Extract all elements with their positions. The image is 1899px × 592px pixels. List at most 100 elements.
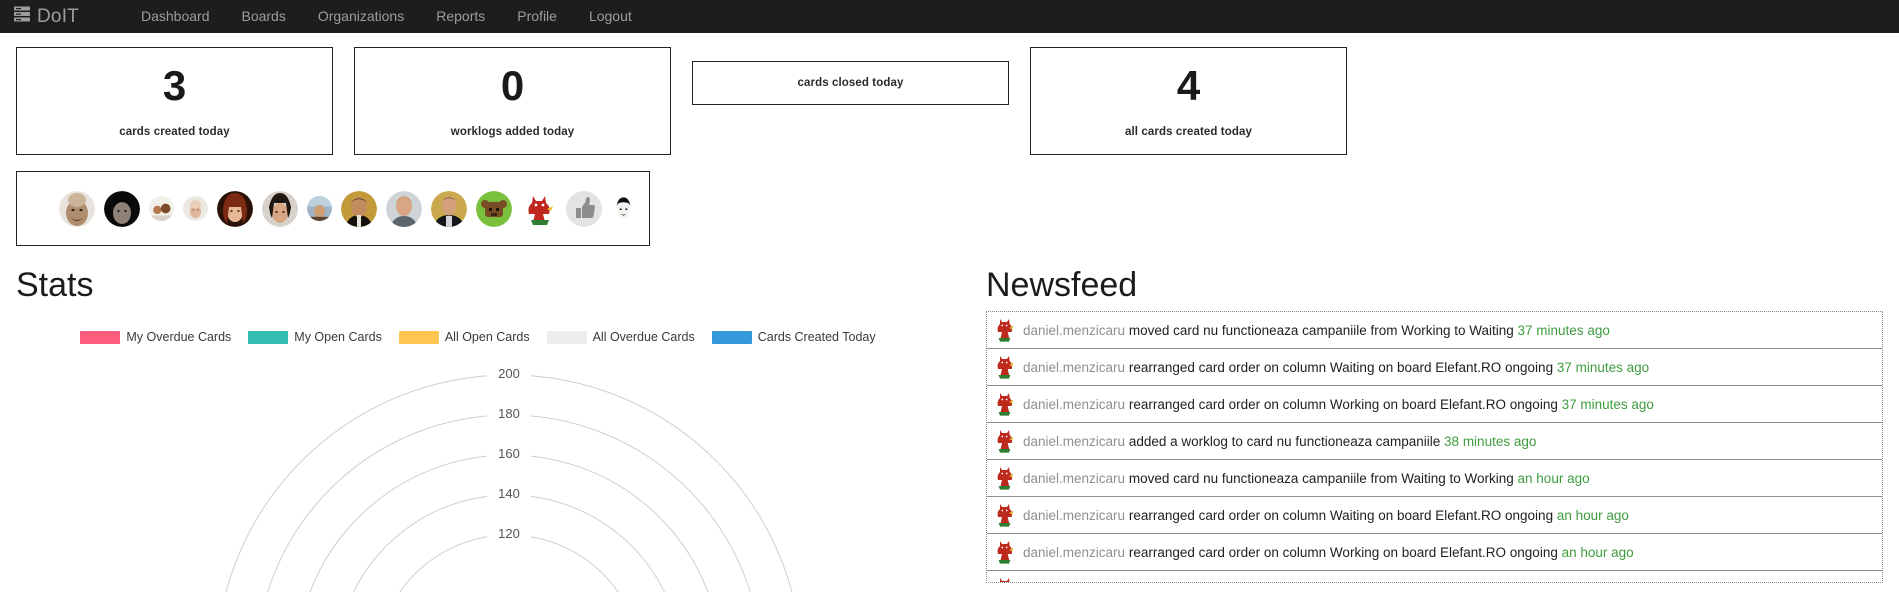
newsfeed-column: Newsfeed daniel.menzicaru moved card nu … bbox=[968, 268, 1883, 592]
nav-link-dashboard[interactable]: Dashboard bbox=[125, 0, 226, 33]
red-devil-avatar-icon bbox=[994, 317, 1015, 343]
avatar-user-14[interactable] bbox=[611, 196, 636, 221]
newsfeed-item[interactable]: daniel.menzicaru rearranged card order o… bbox=[987, 497, 1882, 534]
newsfeed-time: 37 minutes ago bbox=[1517, 322, 1610, 338]
newsfeed-item[interactable]: daniel.menzicaru moved card nu functione… bbox=[987, 312, 1882, 349]
legend-swatch bbox=[80, 330, 121, 344]
newsfeed-item[interactable]: daniel.menzicaru added a worklog to card… bbox=[987, 423, 1882, 460]
team-avatars-panel bbox=[16, 171, 650, 246]
avatar-user-5[interactable] bbox=[217, 190, 253, 227]
stats-title: Stats bbox=[16, 266, 94, 304]
newsfeed-action: moved card nu functioneaza campaniile fr… bbox=[1128, 470, 1514, 486]
newsfeed-item[interactable]: daniel.menzicaru moved card nu functione… bbox=[987, 460, 1882, 497]
newsfeed-action: added a worklog to card nu functioneaza … bbox=[1128, 433, 1441, 449]
legend-label: My Overdue Cards bbox=[126, 330, 232, 344]
newsfeed-title: Newsfeed bbox=[986, 266, 1138, 304]
newsfeed-item-text: daniel.menzicaru moved card nu functione… bbox=[1023, 471, 1590, 486]
nav-link-boards[interactable]: Boards bbox=[225, 0, 301, 33]
newsfeed-item-text: daniel.menzicaru moved card nu functione… bbox=[1023, 323, 1610, 338]
legend-swatch bbox=[711, 330, 752, 344]
stat-label: all cards created today bbox=[1125, 126, 1252, 139]
avatar-user-7[interactable] bbox=[307, 196, 332, 221]
stat-value: 4 bbox=[1176, 61, 1201, 109]
legend-item-all-overdue-cards[interactable]: All Overdue Cards bbox=[546, 330, 703, 344]
newsfeed-user: daniel.menzicaru bbox=[1023, 322, 1126, 338]
newsfeed-time: an hour ago bbox=[1517, 470, 1590, 486]
newsfeed-item-text: daniel.menzicaru rearranged card order o… bbox=[1023, 360, 1649, 375]
avatar-user-8[interactable] bbox=[341, 190, 377, 227]
red-devil-avatar-icon bbox=[994, 428, 1015, 454]
stat-label: cards closed today bbox=[797, 77, 904, 89]
tick-label-180: 180 bbox=[498, 406, 520, 421]
avatar-user-13[interactable] bbox=[566, 190, 602, 227]
newsfeed-user: daniel.menzicaru bbox=[1023, 544, 1126, 560]
stat-card-all-cards-created-today: 4 all cards created today bbox=[1030, 47, 1347, 155]
newsfeed-item-text: daniel.menzicaru rearranged card order o… bbox=[1023, 582, 1634, 583]
newsfeed-item[interactable]: daniel.menzicaru rearranged card order o… bbox=[987, 571, 1882, 583]
legend-label: All Overdue Cards bbox=[592, 330, 695, 344]
chart-legend: My Overdue Cards My Open Cards All Open … bbox=[0, 330, 968, 344]
newsfeed-action: rearranged card order on column Working … bbox=[1128, 396, 1558, 412]
avatar-user-6[interactable] bbox=[262, 190, 298, 227]
stat-card-cards-created-today: 3 cards created today bbox=[16, 47, 333, 155]
tick-label-120: 120 bbox=[498, 526, 520, 541]
stat-card-worklogs-added-today: 0 worklogs added today bbox=[354, 47, 671, 155]
legend-swatch bbox=[248, 330, 289, 344]
newsfeed-user: daniel.menzicaru bbox=[1023, 507, 1126, 523]
avatar-user-12[interactable] bbox=[521, 190, 557, 227]
main-columns: Stats My Overdue Cards My Open Cards All… bbox=[16, 268, 1883, 592]
newsfeed-time: an hour ago bbox=[1562, 582, 1634, 583]
newsfeed-item-text: daniel.menzicaru rearranged card order o… bbox=[1023, 397, 1654, 412]
nav-link-reports[interactable]: Reports bbox=[420, 0, 501, 33]
newsfeed-item-text: daniel.menzicaru rearranged card order o… bbox=[1023, 508, 1629, 523]
newsfeed-item[interactable]: daniel.menzicaru rearranged card order o… bbox=[987, 349, 1882, 386]
newsfeed-item-text: daniel.menzicaru rearranged card order o… bbox=[1023, 545, 1634, 560]
legend-swatch bbox=[398, 330, 439, 344]
polar-tick-labels: 200 180 160 140 120 bbox=[487, 364, 531, 541]
stat-label: cards created today bbox=[119, 126, 230, 139]
legend-label: All Open Cards bbox=[444, 330, 530, 344]
nav-link-profile[interactable]: Profile bbox=[501, 0, 573, 33]
avatar-user-11[interactable] bbox=[476, 190, 512, 227]
legend-label: My Open Cards bbox=[294, 330, 382, 344]
red-devil-avatar-icon bbox=[994, 539, 1015, 565]
stat-value: 0 bbox=[500, 61, 525, 109]
newsfeed-time: 37 minutes ago bbox=[1556, 359, 1650, 375]
stat-cards-row: 3 cards created today 0 worklogs added t… bbox=[16, 47, 1883, 155]
newsfeed-time: 38 minutes ago bbox=[1444, 433, 1537, 449]
newsfeed-item[interactable]: daniel.menzicaru rearranged card order o… bbox=[987, 534, 1882, 571]
nav-link-organizations[interactable]: Organizations bbox=[302, 0, 420, 33]
avatar-user-3[interactable] bbox=[149, 196, 174, 221]
legend-item-cards-created-today[interactable]: Cards Created Today bbox=[711, 330, 884, 344]
red-devil-avatar-icon bbox=[994, 576, 1015, 582]
avatar-user-10[interactable] bbox=[431, 190, 467, 227]
tick-label-140: 140 bbox=[498, 486, 520, 501]
newsfeed-action: rearranged card order on column Working … bbox=[1128, 544, 1558, 560]
newsfeed-user: daniel.menzicaru bbox=[1023, 582, 1125, 583]
nav-link-logout[interactable]: Logout bbox=[573, 0, 648, 33]
stat-card-cards-closed-today: cards closed today bbox=[692, 61, 1009, 105]
red-devil-avatar-icon bbox=[994, 465, 1015, 491]
newsfeed-item[interactable]: daniel.menzicaru rearranged card order o… bbox=[987, 386, 1882, 423]
polar-chart[interactable]: 200 180 160 140 120 bbox=[16, 358, 968, 592]
tick-label-200: 200 bbox=[498, 366, 520, 381]
avatar-user-1[interactable] bbox=[59, 190, 95, 227]
avatar-user-4[interactable] bbox=[183, 196, 208, 221]
avatar-user-9[interactable] bbox=[386, 190, 422, 227]
avatar-user-2[interactable] bbox=[104, 190, 140, 227]
legend-item-my-open-cards[interactable]: My Open Cards bbox=[248, 330, 390, 344]
newsfeed-item-text: daniel.menzicaru added a worklog to card… bbox=[1023, 434, 1536, 449]
newsfeed-action: moved card nu functioneaza campaniile fr… bbox=[1128, 322, 1514, 338]
legend-item-my-overdue-cards[interactable]: My Overdue Cards bbox=[80, 330, 239, 344]
top-navbar: DoIT Dashboard Boards Organizations Repo… bbox=[0, 0, 1899, 33]
legend-item-all-open-cards[interactable]: All Open Cards bbox=[398, 330, 538, 344]
newsfeed-user: daniel.menzicaru bbox=[1023, 470, 1126, 486]
polar-chart-svg: 200 180 160 140 120 bbox=[225, 364, 793, 592]
brand-logo[interactable]: DoIT bbox=[14, 6, 79, 27]
newsfeed-action: rearranged card order on column Waiting … bbox=[1128, 359, 1554, 375]
newsfeed-time: 37 minutes ago bbox=[1561, 396, 1654, 412]
newsfeed-list[interactable]: daniel.menzicaru moved card nu functione… bbox=[986, 311, 1883, 583]
stat-label: worklogs added today bbox=[450, 126, 575, 139]
tick-label-160: 160 bbox=[498, 446, 520, 461]
newsfeed-user: daniel.menzicaru bbox=[1023, 396, 1126, 412]
